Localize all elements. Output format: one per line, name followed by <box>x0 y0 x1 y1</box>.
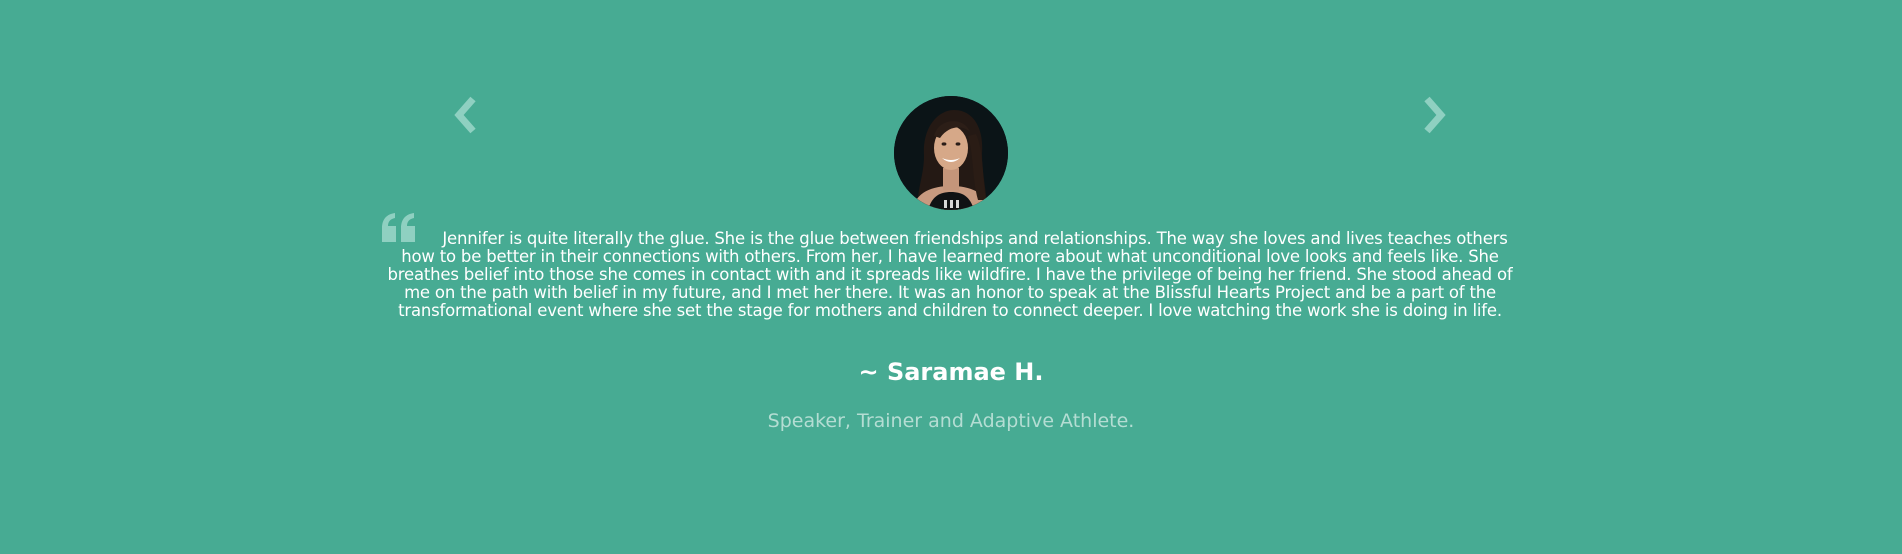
author-role: Speaker, Trainer and Adaptive Athlete. <box>767 410 1135 432</box>
chevron-right-icon <box>1419 95 1449 135</box>
chevron-left-icon <box>451 95 481 135</box>
author-avatar <box>894 96 1008 210</box>
author-name: ~ Saramae H. <box>858 358 1044 386</box>
prev-testimonial-button[interactable] <box>446 95 486 135</box>
testimonial-section: Jennifer is quite literally the glue. Sh… <box>0 0 1902 554</box>
testimonial-quote: Jennifer is quite literally the glue. Sh… <box>387 229 1513 320</box>
next-testimonial-button[interactable] <box>1414 95 1454 135</box>
